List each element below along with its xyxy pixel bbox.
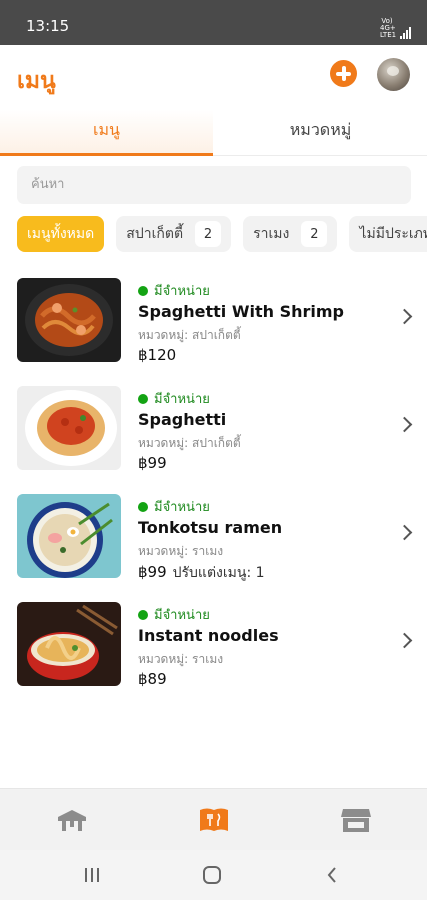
- availability-label: มีจำหน่าย: [154, 284, 210, 299]
- dish-image-spaghetti: [17, 386, 121, 470]
- status-dot: [138, 393, 148, 404]
- filter-chip-ramen[interactable]: ราเมง 2: [243, 216, 338, 252]
- availability-status: มีจำหน่าย: [138, 496, 210, 517]
- filter-chip-spaghetti[interactable]: สปาเก็ตตี้ 2: [116, 216, 232, 252]
- dish-price: ฿120: [138, 346, 177, 364]
- dish-price-line: ฿120: [138, 346, 176, 364]
- system-nav-bar: [0, 850, 427, 900]
- filter-chip-label: เมนูทั้งหมด: [27, 226, 95, 242]
- tab-menu[interactable]: เมนู: [0, 110, 213, 156]
- dish-category: หมวดหมู่: ราเมง: [138, 652, 224, 666]
- tab-categories[interactable]: หมวดหมู่: [214, 110, 427, 156]
- menu-item[interactable]: มีจำหน่าย Tonkotsu ramen หมวดหมู่: ราเมง…: [0, 494, 427, 594]
- availability-status: มีจำหน่าย: [138, 604, 210, 625]
- signal-icon: [400, 27, 411, 39]
- table-icon[interactable]: [42, 789, 102, 851]
- availability-label: มีจำหน่าย: [154, 608, 210, 623]
- filter-chips: เมนูทั้งหมด สปาเก็ตตี้ 2 ราเมง 2 ไม่มีปร…: [17, 216, 427, 252]
- filter-chip-count: 2: [301, 221, 328, 247]
- store-icon[interactable]: [326, 789, 386, 851]
- menu-book-icon[interactable]: [184, 789, 244, 851]
- dish-options: ปรับแต่งเมนู: 1: [172, 565, 265, 581]
- menu-item[interactable]: มีจำหน่าย Spaghetti หมวดหมู่: สปาเก็ตตี้…: [0, 386, 427, 486]
- filter-chip-uncategorized[interactable]: ไม่มีประเภท: [349, 216, 427, 252]
- dish-category: หมวดหมู่: สปาเก็ตตี้: [138, 436, 241, 450]
- status-time: 13:15: [26, 17, 70, 35]
- recent-apps-icon[interactable]: [62, 850, 122, 900]
- status-bar: 13:15 Vo) 4G+ LTE1: [0, 0, 427, 45]
- availability-status: มีจำหน่าย: [138, 388, 210, 409]
- filter-chip-count: 2: [195, 221, 222, 247]
- chevron-right-icon[interactable]: [396, 308, 413, 325]
- chevron-right-icon[interactable]: [396, 416, 413, 433]
- status-dot: [138, 285, 148, 296]
- filter-chip-all[interactable]: เมนูทั้งหมด: [17, 216, 105, 252]
- dish-price: ฿89: [138, 670, 167, 688]
- status-icons: Vo) 4G+ LTE1: [380, 18, 411, 39]
- avatar[interactable]: [377, 58, 410, 91]
- dish-price: ฿99: [138, 563, 167, 581]
- dish-image-instant-noodles: [17, 602, 121, 686]
- bottom-nav: [0, 788, 427, 850]
- dish-category: หมวดหมู่: ราเมง: [138, 544, 224, 558]
- status-dot: [138, 609, 148, 620]
- dish-image-spaghetti-shrimp: [17, 278, 121, 362]
- dish-name: Spaghetti With Shrimp: [138, 302, 344, 321]
- filter-chip-label: ไม่มีประเภท: [359, 226, 427, 242]
- dish-image-tonkotsu-ramen: [17, 494, 121, 578]
- network-indicator: Vo) 4G+ LTE1: [380, 17, 397, 39]
- dish-name: Tonkotsu ramen: [138, 518, 283, 537]
- availability-status: มีจำหน่าย: [138, 280, 210, 301]
- page-title: เมนู: [17, 68, 56, 94]
- chevron-right-icon[interactable]: [396, 524, 413, 541]
- dish-category: หมวดหมู่: สปาเก็ตตี้: [138, 328, 241, 342]
- dish-name: Spaghetti: [138, 410, 227, 429]
- add-menu-button[interactable]: [330, 60, 357, 87]
- home-icon[interactable]: [182, 850, 242, 900]
- filter-chip-label: สปาเก็ตตี้: [126, 226, 184, 242]
- dish-price-line: ฿99: [138, 454, 167, 472]
- app-header: เมนู: [0, 45, 427, 110]
- dish-price-line: ฿89: [138, 670, 167, 688]
- chevron-right-icon[interactable]: [396, 632, 413, 649]
- dish-name: Instant noodles: [138, 626, 279, 645]
- search-input[interactable]: ค้นหา: [17, 166, 411, 204]
- filter-chip-label: ราเมง: [253, 226, 290, 242]
- tab-bar: เมนู หมวดหมู่: [0, 110, 427, 156]
- status-dot: [138, 501, 148, 512]
- menu-item[interactable]: มีจำหน่าย Instant noodles หมวดหมู่: ราเม…: [0, 602, 427, 702]
- dish-price: ฿99: [138, 454, 167, 472]
- back-icon[interactable]: [302, 850, 362, 900]
- availability-label: มีจำหน่าย: [154, 500, 210, 515]
- availability-label: มีจำหน่าย: [154, 392, 210, 407]
- dish-price-line: ฿99 ปรับแต่งเมนู: 1: [138, 562, 265, 584]
- menu-item[interactable]: มีจำหน่าย Spaghetti With Shrimp หมวดหมู่…: [0, 278, 427, 378]
